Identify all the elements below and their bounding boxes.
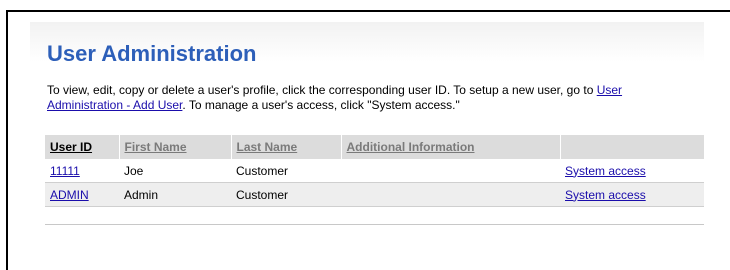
column-header-user-id[interactable]: User ID <box>45 135 120 159</box>
table-row: ADMIN Admin Customer System access <box>45 182 704 207</box>
user-id-cell: ADMIN <box>45 182 119 207</box>
user-id-cell: 11111 <box>45 159 119 183</box>
last-name-cell: Customer <box>231 159 341 183</box>
intro-text-end: . To manage a user's access, click "Syst… <box>182 98 460 112</box>
first-name-cell: Admin <box>119 182 231 207</box>
user-id-link[interactable]: 11111 <box>50 164 80 178</box>
user-id-link[interactable]: ADMIN <box>50 188 89 202</box>
column-header-last-name-label[interactable]: Last Name <box>237 140 298 154</box>
system-access-link[interactable]: System access <box>565 164 646 178</box>
column-header-user-id-label[interactable]: User ID <box>50 140 92 154</box>
intro-text: To view, edit, copy or delete a user's p… <box>47 83 687 113</box>
access-cell: System access <box>560 159 704 183</box>
system-access-link[interactable]: System access <box>565 188 646 202</box>
page-title: User Administration <box>47 41 257 66</box>
additional-info-cell <box>341 159 560 183</box>
users-table: User ID First Name Last Name Additional … <box>45 135 704 207</box>
table-header-row: User ID First Name Last Name Additional … <box>45 135 704 159</box>
last-name-cell: Customer <box>231 182 341 207</box>
column-header-first-name-label[interactable]: First Name <box>125 140 187 154</box>
access-cell: System access <box>560 182 704 207</box>
first-name-cell: Joe <box>119 159 231 183</box>
column-header-access <box>560 135 704 159</box>
column-header-additional-info[interactable]: Additional Information <box>341 135 561 159</box>
column-header-first-name[interactable]: First Name <box>119 135 232 159</box>
intro-text-start: To view, edit, copy or delete a user's p… <box>47 83 597 97</box>
divider <box>45 224 704 225</box>
table-row: 11111 Joe Customer System access <box>45 159 704 183</box>
column-header-last-name[interactable]: Last Name <box>231 135 342 159</box>
additional-info-cell <box>341 182 560 207</box>
column-header-additional-info-label[interactable]: Additional Information <box>347 140 475 154</box>
